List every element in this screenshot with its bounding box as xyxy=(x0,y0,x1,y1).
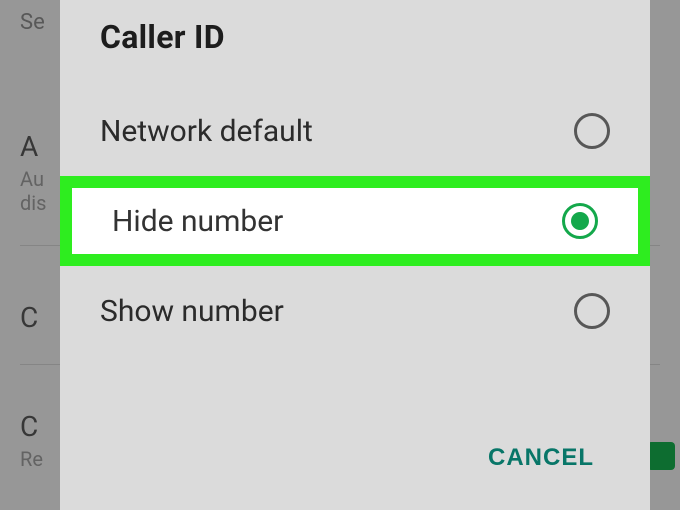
option-network-default[interactable]: Network default xyxy=(60,86,650,176)
dialog-actions: CANCEL xyxy=(60,416,650,510)
cancel-button[interactable]: CANCEL xyxy=(472,436,610,480)
option-hide-number[interactable]: Hide number xyxy=(60,176,650,266)
radio-icon xyxy=(574,113,610,149)
options-list: Network default Hide number Show number xyxy=(60,86,650,416)
radio-icon xyxy=(574,293,610,329)
radio-icon-selected xyxy=(562,203,598,239)
dialog-title: Caller ID xyxy=(60,0,650,86)
option-show-number[interactable]: Show number xyxy=(60,266,650,356)
caller-id-dialog: Caller ID Network default Hide number Sh… xyxy=(60,0,650,510)
option-label: Hide number xyxy=(112,204,283,239)
option-label: Show number xyxy=(100,294,284,329)
option-label: Network default xyxy=(100,114,313,149)
